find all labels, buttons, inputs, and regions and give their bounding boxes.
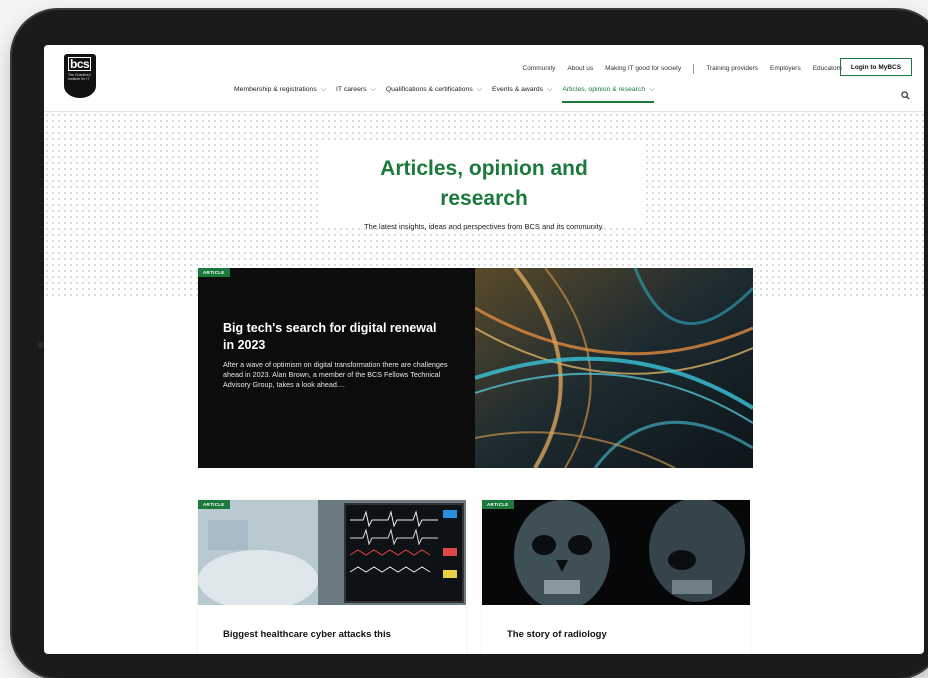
site-header: bcs The Chartered Institute for IT Commu… (44, 45, 924, 112)
browser-viewport: bcs The Chartered Institute for IT Commu… (44, 45, 924, 654)
article-badge: ARTICLE (482, 500, 514, 509)
bcs-logo[interactable]: bcs The Chartered Institute for IT (64, 54, 96, 98)
title-line-2: research (440, 187, 528, 210)
topnav-employers[interactable]: Employers (770, 65, 801, 74)
topnav-training-providers[interactable]: Training providers (706, 65, 758, 74)
skull-xray-image (482, 500, 750, 605)
nav-articles[interactable]: Articles, opinion & research ⌵ (562, 86, 655, 103)
card-title[interactable]: The story of radiology (507, 629, 607, 640)
login-button[interactable]: Login to MyBCS (840, 58, 912, 76)
topnav-divider (693, 64, 695, 74)
article-card-healthcare[interactable]: ARTICLE Biggest healthcare cyber attacks… (198, 500, 466, 654)
tablet-frame: bcs The Chartered Institute for IT Commu… (12, 10, 928, 678)
chevron-down-icon: ⌵ (547, 86, 553, 93)
utility-nav: Community About us Making IT good for so… (523, 64, 842, 74)
title-line-1: Articles, opinion and (380, 157, 588, 180)
chevron-down-icon: ⌵ (370, 86, 376, 93)
card-title[interactable]: Biggest healthcare cyber attacks this (223, 629, 391, 640)
highway-image (475, 268, 753, 468)
nav-label: Qualifications & certifications (385, 86, 473, 93)
nav-qualifications[interactable]: Qualifications & certifications ⌵ (386, 86, 482, 94)
page-subtitle: The latest insights, ideas and perspecti… (364, 222, 604, 231)
featured-title[interactable]: Big tech's search for digital renewal in… (223, 320, 448, 354)
topnav-about[interactable]: About us (567, 65, 593, 74)
article-badge: ARTICLE (198, 268, 230, 277)
hospital-monitor-image (198, 500, 466, 605)
nav-it-careers[interactable]: IT careers ⌵ (336, 86, 376, 94)
main-nav: Membership & registrations ⌵ IT careers ⌵ … (234, 86, 655, 103)
article-card-radiology[interactable]: ARTICLE The story of radiology (482, 500, 750, 654)
nav-membership[interactable]: Membership & registrations ⌵ (234, 86, 326, 94)
topnav-community[interactable]: Community (523, 65, 556, 74)
featured-description: After a wave of optimism on digital tran… (223, 360, 448, 389)
chevron-down-icon: ⌵ (320, 86, 327, 93)
article-badge: ARTICLE (198, 500, 230, 509)
topnav-making-it-good[interactable]: Making IT good for society (605, 65, 681, 74)
featured-article-card[interactable]: ARTICLE Big tech's search for digital re… (198, 268, 753, 468)
nav-label: Events & awards (492, 86, 544, 93)
nav-label: Membership & registrations (234, 86, 317, 93)
featured-text: Big tech's search for digital renewal in… (223, 320, 448, 390)
chevron-down-icon: ⌵ (476, 86, 483, 93)
logo-mark: bcs (68, 57, 92, 71)
nav-label: IT careers (336, 86, 367, 93)
logo-tagline: The Chartered Institute for IT (68, 73, 91, 81)
topnav-educators[interactable]: Educators (813, 65, 842, 74)
chevron-down-icon: ⌵ (649, 86, 655, 93)
search-icon[interactable] (901, 91, 910, 100)
nav-label: Articles, opinion & research (562, 86, 646, 93)
page-title: Articles, opinion and research (334, 154, 634, 214)
nav-events[interactable]: Events & awards ⌵ (492, 86, 552, 94)
